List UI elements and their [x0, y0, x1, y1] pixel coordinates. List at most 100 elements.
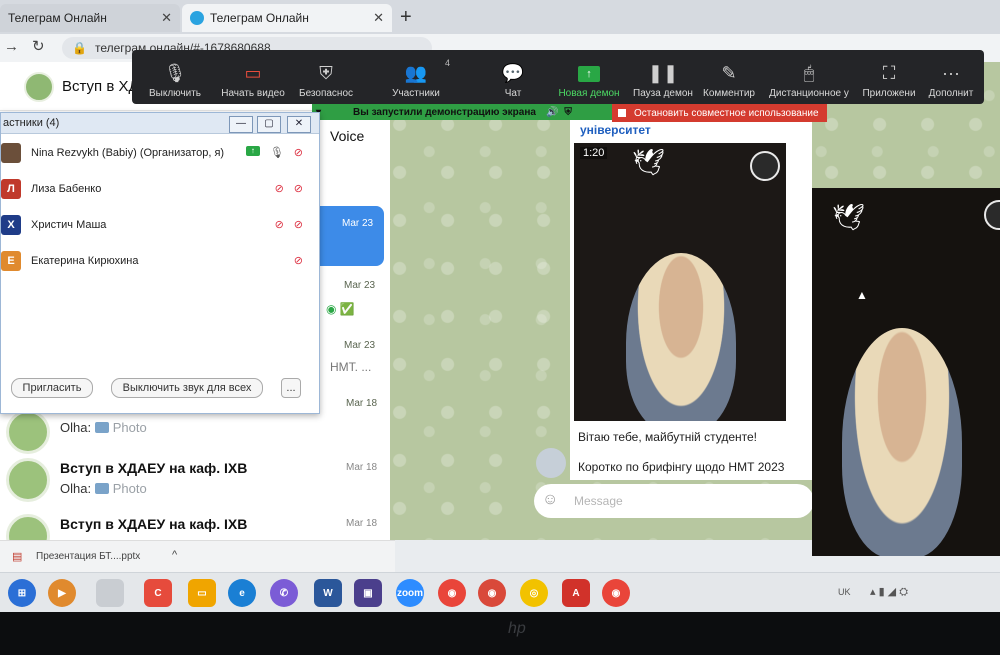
cursor-icon: ▲ [856, 288, 868, 302]
participant-name: Христич Маша [31, 219, 107, 231]
tab-title: Телеграм Онлайн [8, 11, 107, 25]
browser-icon[interactable]: ◎ [520, 579, 548, 607]
close-icon[interactable]: ✕ [373, 10, 384, 26]
participant-row[interactable]: Е Екатерина Кирюхина ⊘ [1, 245, 317, 277]
chat-date: Mar 18 [346, 518, 378, 529]
screen: Телеграм Онлайн ✕ Телеграм Онлайн ✕ + → … [0, 0, 1000, 612]
app-icon[interactable]: C [144, 579, 172, 607]
folder-icon[interactable]: ▭ [188, 579, 216, 607]
mute-all-button[interactable]: Выключить звук для всех [111, 378, 263, 398]
files-icon[interactable] [96, 579, 124, 607]
share-notice: ▾ Вы запустили демонстрацию экрана 🔊 ⛨ [312, 104, 612, 120]
language-indicator[interactable]: UK [838, 587, 851, 597]
avatar [6, 514, 50, 540]
chat-name: Вступ в ХДАЕУ на каф. ІХВ [60, 460, 248, 476]
more-options-button[interactable]: ... [281, 378, 301, 398]
tray-icons[interactable]: ▴ ▮ ◢ ⛭ [870, 585, 908, 599]
list-item[interactable]: Вступ в ХДАЕУ на каф. ІХВ Olha: Photo Ma… [0, 452, 390, 510]
chat-button[interactable]: 💬 Чат [498, 50, 528, 104]
zoom-icon[interactable]: zoom [396, 579, 424, 607]
pause-share-button[interactable]: ❚❚ Пауза демон [632, 50, 694, 104]
chevron-up-icon[interactable]: ^ [172, 549, 177, 561]
chat-snippet: НМТ. ... [330, 360, 372, 374]
security-button[interactable]: ⛨ Безопаснос [296, 50, 356, 104]
participant-row[interactable]: Х Христич Маша ⊘ ⊘ [1, 209, 317, 241]
chat-date: Mar 18 [346, 462, 378, 473]
message-input[interactable]: Message [574, 494, 623, 508]
column-header: Voice [330, 128, 365, 144]
minimize-icon[interactable]: — [229, 116, 253, 133]
download-bar: ▤ Презентация БТ....pptx ^ [0, 540, 395, 573]
chrome-profile-icon[interactable]: ◉ [478, 579, 506, 607]
close-icon[interactable]: ✕ [287, 116, 311, 133]
message-text: Коротко по брифінгу щодо НМТ 2023 [578, 460, 785, 474]
hp-logo-icon: hp [508, 620, 526, 637]
stop-icon [618, 109, 626, 117]
dove-icon: 🕊 [632, 147, 666, 177]
video-overlay[interactable]: 🕊 ▲ [812, 188, 1000, 556]
maximize-icon[interactable]: ▢ [257, 116, 281, 133]
speaker-icon: 🔊 [545, 106, 559, 118]
word-icon[interactable]: W [314, 579, 342, 607]
start-video-button[interactable]: ▭ Начать видео [218, 50, 288, 104]
file-icon: ▤ [12, 551, 23, 563]
avatar: Х [1, 215, 21, 235]
participant-row[interactable]: Nina Rezvykh (Babiy) (Организатор, я) ↑ 🎙… [1, 137, 317, 169]
stop-share-button[interactable]: Остановить совместное использование [612, 104, 827, 122]
video-off-icon: ⊘ [293, 183, 303, 195]
logo-icon [984, 200, 1000, 230]
telegram-icon [190, 11, 204, 25]
media-player-icon[interactable]: ▶ [48, 579, 76, 607]
edge-icon[interactable]: e [228, 579, 256, 607]
save-icon[interactable]: ▣ [354, 579, 382, 607]
share-screen-icon: ↑ [578, 62, 600, 82]
video-off-icon: ⊘ [293, 219, 303, 231]
avatar [536, 448, 566, 478]
mute-button[interactable]: 🎙 Выключить [144, 50, 206, 104]
tab-title: Телеграм Онлайн [210, 11, 309, 25]
apps-icon: ⛶ [882, 63, 896, 83]
lock-icon: 🔒 [72, 41, 87, 55]
annotate-button[interactable]: ✎ Комментир [700, 50, 758, 104]
avatar: Е [1, 251, 21, 271]
invite-button[interactable]: Пригласить [11, 378, 93, 398]
mic-icon: 🎙 [163, 63, 187, 83]
mouse-icon: 🖱 [803, 63, 815, 83]
avatar: Л [1, 179, 21, 199]
remote-control-button[interactable]: 🖱 Дистанционное у [766, 50, 852, 104]
new-share-button[interactable]: ↑ Новая демон [556, 50, 622, 104]
video-off-icon: ⊘ [293, 147, 303, 159]
download-file[interactable]: Презентация БТ....pptx [36, 551, 140, 562]
chat-icon: 💬 [501, 63, 525, 83]
pause-icon: ❚❚ [647, 63, 679, 83]
new-tab-icon[interactable]: + [400, 6, 412, 29]
more-button[interactable]: ··· Дополнит [926, 50, 976, 104]
chrome-icon[interactable]: ◉ [438, 579, 466, 607]
emoji-icon[interactable]: ☺ [542, 491, 558, 509]
chrome-icon[interactable]: ◉ [602, 579, 630, 607]
message-compose[interactable]: ☺ Message [534, 484, 814, 518]
pdf-icon[interactable]: A [562, 579, 590, 607]
participant-name: Nina Rezvykh (Babiy) (Организатор, я) [31, 147, 225, 159]
active-chat-highlight[interactable]: Mar 23 [318, 206, 384, 266]
chat-preview: Olha: Photo [60, 481, 147, 496]
reload-icon[interactable]: ↻ [32, 37, 45, 55]
participant-row[interactable]: Л Лиза Бабенко ⊘ ⊘ [1, 173, 317, 205]
apps-button[interactable]: ⛶ Приложени [860, 50, 918, 104]
viber-icon[interactable]: ✆ [270, 579, 298, 607]
browser-tab-1[interactable]: Телеграм Онлайн ✕ [0, 4, 180, 32]
browser-tab-2[interactable]: Телеграм Онлайн ✕ [182, 4, 392, 32]
start-icon[interactable]: ⊞ [8, 579, 36, 607]
participant-name: Лиза Бабенко [31, 183, 102, 195]
video-frame [626, 253, 736, 421]
back-icon[interactable]: → [4, 38, 19, 55]
list-item[interactable]: Вступ в ХДАЕУ на каф. ІХВ Mar 18 [0, 508, 390, 540]
participants-button[interactable]: 👥 4 Участники [388, 50, 450, 104]
close-icon[interactable]: ✕ [161, 10, 172, 26]
video-player[interactable]: 1:20 🕊 [574, 143, 786, 421]
avatar[interactable] [24, 72, 54, 102]
avatar [6, 458, 50, 502]
photo-icon [94, 483, 109, 494]
share-screen-icon: ↑ [245, 146, 260, 156]
participants-window: астники (4) — ▢ ✕ Nina Rezvykh (Babiy) (… [0, 112, 320, 414]
